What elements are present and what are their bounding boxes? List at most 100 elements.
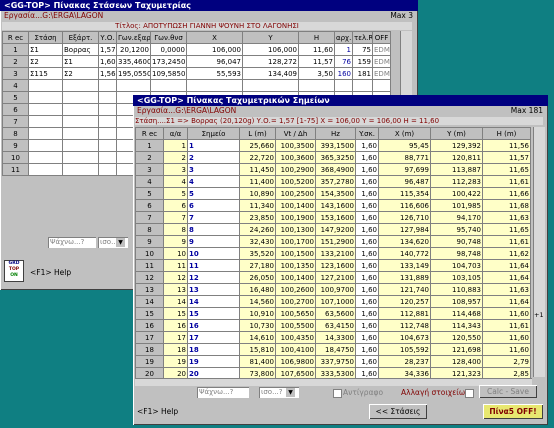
- points-cell[interactable]: 10,890: [239, 187, 276, 200]
- points-cell[interactable]: 113,887: [430, 163, 483, 176]
- points-cell[interactable]: 100,9700: [315, 283, 356, 296]
- stations-cell[interactable]: 11,60: [298, 43, 335, 56]
- stations-cell[interactable]: [98, 151, 117, 164]
- points-table-row[interactable]: 1 1 1 25,660 100,3500 393,1500 1,60 95,45 129,39…: [135, 139, 531, 152]
- points-cell[interactable]: 106,9800: [275, 355, 316, 368]
- points-cell[interactable]: 11,61: [482, 175, 531, 188]
- points-cell[interactable]: 108,957: [430, 295, 483, 308]
- stations-cell[interactable]: [186, 79, 243, 92]
- points-cell[interactable]: 3: [187, 163, 240, 176]
- points-cell[interactable]: 134,620: [378, 235, 431, 248]
- points-table-row[interactable]: 2 2 2 22,720 100,3600 365,3250 1,60 88,771 120,8…: [135, 151, 531, 164]
- points-cell[interactable]: 63,5600: [315, 307, 356, 320]
- points-cell[interactable]: 5: [187, 187, 240, 200]
- points-cell[interactable]: 128,400: [430, 355, 483, 368]
- stations-cell[interactable]: Σ2: [28, 55, 63, 68]
- stations-cell[interactable]: 1,57: [98, 43, 117, 56]
- points-cell[interactable]: 63,4150: [315, 319, 356, 332]
- points-table-row[interactable]: 15 15 15 10,910 100,5650 63,5600 1,60 112,881 11…: [135, 307, 531, 320]
- points-cell[interactable]: 11,64: [482, 295, 531, 308]
- points-cell[interactable]: 5: [163, 187, 188, 200]
- points-cell[interactable]: 81,400: [239, 355, 276, 368]
- stations-cell[interactable]: Σ115: [28, 67, 63, 80]
- stations-cell[interactable]: [62, 139, 99, 152]
- change-data-checkbox[interactable]: [465, 389, 474, 398]
- points-cell[interactable]: 16,480: [239, 283, 276, 296]
- points-cell[interactable]: 1,60: [355, 235, 379, 248]
- stations-cell[interactable]: 3,50: [298, 67, 335, 80]
- stations-cell[interactable]: [150, 79, 187, 92]
- points-cell[interactable]: 26,050: [239, 271, 276, 284]
- points-cell[interactable]: 4: [163, 175, 188, 188]
- points-cell[interactable]: 3: [163, 163, 188, 176]
- points-table-row[interactable]: 6 6 6 11,340 100,1400 143,1600 1,60 116,606 101,…: [135, 199, 531, 212]
- chevron-down-icon[interactable]: ▼: [116, 238, 125, 247]
- stations-cell[interactable]: Βορρας: [62, 43, 99, 56]
- stations-cell[interactable]: [98, 91, 117, 104]
- stations-table-row[interactable]: 4: [2, 79, 391, 92]
- points-cell[interactable]: 100,2500: [275, 187, 316, 200]
- points-cell[interactable]: 100,2700: [275, 295, 316, 308]
- points-cell[interactable]: 1,60: [355, 247, 379, 260]
- points-cell[interactable]: 105,592: [378, 343, 431, 356]
- stations-cell[interactable]: 195,0550: [116, 67, 151, 80]
- points-cell[interactable]: 96,487: [378, 175, 431, 188]
- stations-cell[interactable]: 106,000: [242, 43, 299, 56]
- points-cell[interactable]: 10: [163, 247, 188, 260]
- points-cell[interactable]: 95,740: [430, 223, 483, 236]
- points-cell[interactable]: 1,60: [355, 139, 379, 152]
- points-cell[interactable]: 11: [163, 259, 188, 272]
- stations-cell[interactable]: [352, 79, 373, 92]
- points-cell[interactable]: 100,1350: [275, 259, 316, 272]
- points-cell[interactable]: 100,5200: [275, 175, 316, 188]
- points-cell[interactable]: 337,9750: [315, 355, 356, 368]
- points-cell[interactable]: 1,60: [355, 187, 379, 200]
- points-cell[interactable]: 1,60: [355, 259, 379, 272]
- points-cell[interactable]: 114,468: [430, 307, 483, 320]
- stations-cell[interactable]: 75: [352, 43, 373, 56]
- points-cell[interactable]: 18,4750: [315, 343, 356, 356]
- stations-cell[interactable]: 20,1200: [116, 43, 151, 56]
- stations-table-row[interactable]: 3 Σ115 Σ2 1,56 195,0550 109,5850 55,593 134,409…: [2, 67, 391, 80]
- stations-cell[interactable]: [62, 151, 99, 164]
- points-cell[interactable]: 1,60: [355, 271, 379, 284]
- points-cell[interactable]: 1: [163, 139, 188, 152]
- stations-search-input[interactable]: Ψάχνω...?: [48, 237, 96, 248]
- points-cell[interactable]: 2,79: [482, 355, 531, 368]
- points-cell[interactable]: 11: [187, 259, 240, 272]
- points-cell[interactable]: 9: [187, 235, 240, 248]
- points-cell[interactable]: 7: [163, 211, 188, 224]
- stations-cell[interactable]: EDM: [372, 67, 391, 80]
- points-cell[interactable]: 100,4100: [275, 343, 316, 356]
- stations-cell[interactable]: [28, 103, 63, 116]
- points-cell[interactable]: 120,811: [430, 151, 483, 164]
- points-window-title[interactable]: <GG-TOP> Πίνακας Ταχυμετρικών Σημείων: [133, 95, 548, 106]
- stations-cell[interactable]: [62, 79, 99, 92]
- stations-cell[interactable]: [334, 79, 353, 92]
- points-cell[interactable]: 17: [163, 331, 188, 344]
- calc-save-button[interactable]: Calc - Save: [479, 385, 537, 398]
- stations-cell[interactable]: [98, 103, 117, 116]
- stations-cell[interactable]: [28, 139, 63, 152]
- points-cell[interactable]: 11,64: [482, 259, 531, 272]
- stations-cell[interactable]: 1,60: [98, 55, 117, 68]
- points-cell[interactable]: 368,4900: [315, 163, 356, 176]
- stations-cell[interactable]: [98, 115, 117, 128]
- points-cell[interactable]: 100,4350: [275, 331, 316, 344]
- points-cell[interactable]: 123,1600: [315, 259, 356, 272]
- points-cell[interactable]: 11,400: [239, 175, 276, 188]
- points-cell[interactable]: 393,1500: [315, 139, 356, 152]
- points-cell[interactable]: 133,149: [378, 259, 431, 272]
- points-cell[interactable]: 110,883: [430, 283, 483, 296]
- points-cell[interactable]: 17: [187, 331, 240, 344]
- points-table-row[interactable]: 8 8 8 24,260 100,1300 147,9200 1,60 127,984 95,7…: [135, 223, 531, 236]
- points-cell[interactable]: 90,748: [430, 235, 483, 248]
- points-cell[interactable]: 11,57: [482, 151, 531, 164]
- stations-cell[interactable]: [62, 91, 99, 104]
- points-cell[interactable]: 2: [187, 151, 240, 164]
- points-cell[interactable]: 12: [187, 271, 240, 284]
- stations-cell[interactable]: [28, 163, 63, 176]
- stations-cell[interactable]: 76: [334, 55, 353, 68]
- points-cell[interactable]: 1,60: [355, 295, 379, 308]
- points-cell[interactable]: 133,2100: [315, 247, 356, 260]
